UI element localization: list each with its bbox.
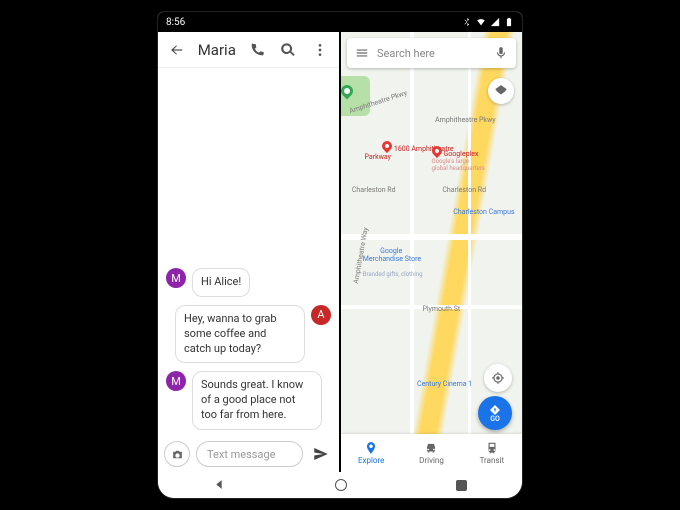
poi-googleplex[interactable]: Googleplex Google's large global headqua… <box>432 146 485 172</box>
map-bottom-tabs: Explore Driving Transit <box>341 434 522 472</box>
poi-sublabel: Google's large global headquarters <box>432 158 485 172</box>
poi-label: Googleplex <box>444 150 479 158</box>
explore-icon <box>364 441 378 455</box>
message-bubble[interactable]: Sounds great. I know of a good place not… <box>192 371 322 430</box>
send-button[interactable] <box>309 442 333 466</box>
road-label: Amphitheatre Pkwy <box>435 116 495 124</box>
cell-signal-icon <box>490 17 500 27</box>
tab-explore[interactable]: Explore <box>341 434 401 472</box>
message-placeholder: Text message <box>207 448 275 461</box>
message-row: M Sounds great. I know of a good place n… <box>166 371 331 430</box>
pin-icon <box>429 144 443 158</box>
clock: 8:56 <box>166 17 185 28</box>
poi-label: Century Cinema 1 <box>417 380 472 388</box>
call-button[interactable] <box>246 38 268 62</box>
tab-label: Transit <box>480 456 505 465</box>
back-triangle-icon <box>213 478 226 491</box>
message-bubble[interactable]: Hi Alice! <box>192 268 250 297</box>
battery-icon <box>504 17 514 27</box>
message-input[interactable]: Text message <box>196 441 303 467</box>
overflow-button[interactable] <box>309 38 331 62</box>
poi-sublabel: Branded gifts, clothing <box>363 271 423 278</box>
camera-icon <box>171 448 184 461</box>
bluetooth-icon <box>462 17 472 27</box>
camera-button[interactable] <box>164 441 190 467</box>
messages-header: Maria <box>158 32 339 68</box>
status-icons <box>462 17 514 27</box>
message-row: Hey, wanna to grab some coffee and catch… <box>166 305 331 364</box>
message-bubble[interactable]: Hey, wanna to grab some coffee and catch… <box>175 305 305 364</box>
pin-icon <box>380 139 394 153</box>
my-location-icon <box>491 371 505 385</box>
tab-label: Driving <box>419 456 444 465</box>
compose-bar: Text message <box>158 436 339 472</box>
arrow-back-icon <box>169 42 185 58</box>
message-row: M Hi Alice! <box>166 268 331 297</box>
hamburger-icon[interactable] <box>355 46 369 60</box>
avatar: M <box>166 268 186 288</box>
maps-app: Amphitheatre Pkwy Amphitheatre Pkwy Char… <box>341 32 522 472</box>
phone-frame: 8:56 Maria <box>158 12 522 498</box>
split-screen: Maria M Hi Alice! Hey, wanna to grab som… <box>158 32 522 472</box>
tab-driving[interactable]: Driving <box>401 434 461 472</box>
transit-icon <box>485 441 499 455</box>
system-nav-bar <box>158 472 522 498</box>
conversation-thread[interactable]: M Hi Alice! Hey, wanna to grab some coff… <box>158 262 339 436</box>
more-vert-icon <box>312 42 328 58</box>
search-button[interactable] <box>278 38 300 62</box>
status-bar: 8:56 <box>158 12 522 32</box>
avatar: A <box>311 305 331 325</box>
phone-icon <box>249 42 265 58</box>
road-label: Charleston Rd <box>352 186 396 194</box>
layers-icon <box>494 84 508 98</box>
my-location-button[interactable] <box>484 364 512 392</box>
search-placeholder: Search here <box>377 47 486 60</box>
layers-button[interactable] <box>488 78 514 104</box>
back-button[interactable] <box>166 38 188 62</box>
poi-label: Charleston Campus <box>453 208 514 216</box>
wifi-icon <box>476 17 486 27</box>
map-search-bar[interactable]: Search here <box>347 38 516 68</box>
contact-name: Maria <box>198 41 236 59</box>
poi-century-cinema[interactable]: Century Cinema 1 <box>417 380 472 388</box>
send-icon <box>312 445 330 463</box>
search-icon <box>280 42 296 58</box>
nav-recent-button[interactable] <box>456 480 467 491</box>
car-icon <box>424 441 438 455</box>
nav-home-button[interactable] <box>335 479 347 491</box>
go-button[interactable]: GO <box>478 396 512 430</box>
avatar: M <box>166 371 186 391</box>
poi-label: Google Merchandise Store <box>363 247 421 263</box>
nav-back-button[interactable] <box>213 476 226 495</box>
road-label: Charleston Rd <box>442 186 486 194</box>
mic-icon[interactable] <box>494 46 508 60</box>
go-label: GO <box>490 415 500 423</box>
poi-merch-store[interactable]: Google Merchandise Store Branded gifts, … <box>363 239 423 294</box>
tab-label: Explore <box>358 456 384 465</box>
messages-app: Maria M Hi Alice! Hey, wanna to grab som… <box>158 32 339 472</box>
road-label: Plymouth St <box>422 305 460 313</box>
tab-transit[interactable]: Transit <box>462 434 522 472</box>
road <box>468 32 471 472</box>
poi-charleston-campus[interactable]: Charleston Campus <box>453 208 514 216</box>
